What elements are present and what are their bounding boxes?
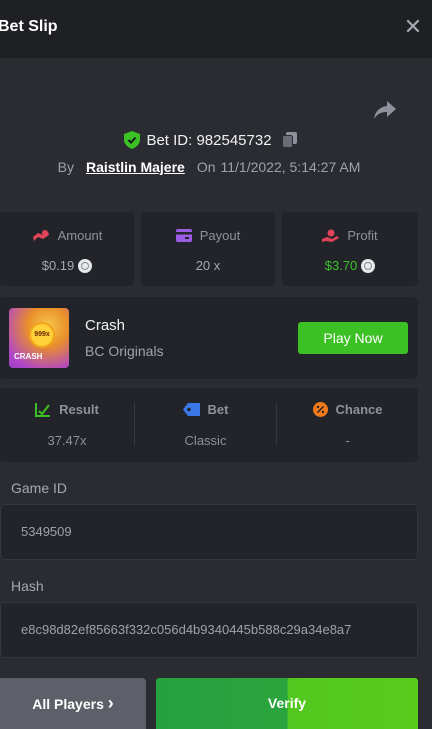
player-name-link[interactable]: Raistlin Majere (86, 159, 185, 175)
coin-icon (361, 258, 376, 273)
chance-column: Chance - (277, 388, 418, 462)
payout-label: Payout (199, 228, 241, 243)
share-icon[interactable] (373, 99, 397, 121)
bet-column: Bet Classic (135, 388, 276, 462)
bet-id: Bet ID: 982545732 (146, 131, 272, 149)
profit-value: $3.70 (324, 258, 358, 273)
game-id-label: Game ID (11, 480, 68, 496)
profit-card: Profit $3.70 (282, 212, 418, 286)
chance-label: Chance (335, 402, 383, 417)
chevron-right-icon: › (107, 693, 114, 713)
page-title: Bet Slip (0, 18, 58, 35)
result-icon (35, 403, 51, 417)
payout-value: 20 x (195, 258, 221, 273)
all-players-button[interactable]: All Players › (0, 678, 146, 729)
all-players-label: All Players (32, 696, 104, 712)
payout-icon (175, 229, 192, 242)
game-provider: BC Originals (85, 343, 164, 359)
hash-label: Hash (11, 578, 44, 594)
by-label: By (57, 159, 74, 175)
bet-id-row: Bet ID: 982545732 (0, 130, 432, 150)
play-now-button[interactable]: Play Now (298, 322, 408, 354)
chance-icon (312, 402, 328, 417)
amount-icon (32, 229, 49, 241)
result-label: Result (59, 402, 99, 417)
hash-field[interactable]: e8c98d82ef85663f332c056d4b9340445b588c29… (0, 602, 418, 658)
bet-byline: By Raistlin Majere On 11/1/2022, 5:14:27… (0, 157, 432, 177)
bet-value: Classic (184, 433, 227, 448)
bet-slip-header: Bet Slip ✕ (0, 0, 432, 58)
game-thumbnail[interactable]: 999x CRASH (9, 308, 69, 368)
bet-label: Bet (207, 402, 229, 417)
bet-datetime: 11/1/2022, 5:14:27 AM (220, 159, 361, 175)
shield-check-icon (124, 131, 141, 149)
profit-icon (322, 229, 340, 242)
amount-label: Amount (57, 228, 103, 243)
multiplier-badge: 999x (29, 322, 55, 348)
verify-button[interactable]: Verify (156, 678, 418, 729)
bet-tag-icon (182, 403, 200, 416)
amount-card: Amount $0.19 (0, 212, 134, 286)
thumbnail-label: CRASH (14, 352, 43, 361)
result-column: Result 37.47x (0, 388, 134, 462)
payout-card: Payout 20 x (141, 212, 275, 286)
game-name: Crash (85, 317, 126, 334)
result-value: 37.47x (47, 433, 87, 448)
copy-icon[interactable] (281, 132, 298, 148)
coin-icon (78, 258, 93, 273)
on-label: On (196, 159, 216, 175)
profit-label: Profit (347, 228, 378, 243)
result-card: Result 37.47x Bet Classic Chance - (0, 388, 418, 462)
close-icon[interactable]: ✕ (402, 16, 424, 38)
amount-value: $0.19 (41, 258, 75, 273)
chance-value: - (345, 433, 350, 448)
game-id-field[interactable]: 5349509 (0, 504, 418, 560)
